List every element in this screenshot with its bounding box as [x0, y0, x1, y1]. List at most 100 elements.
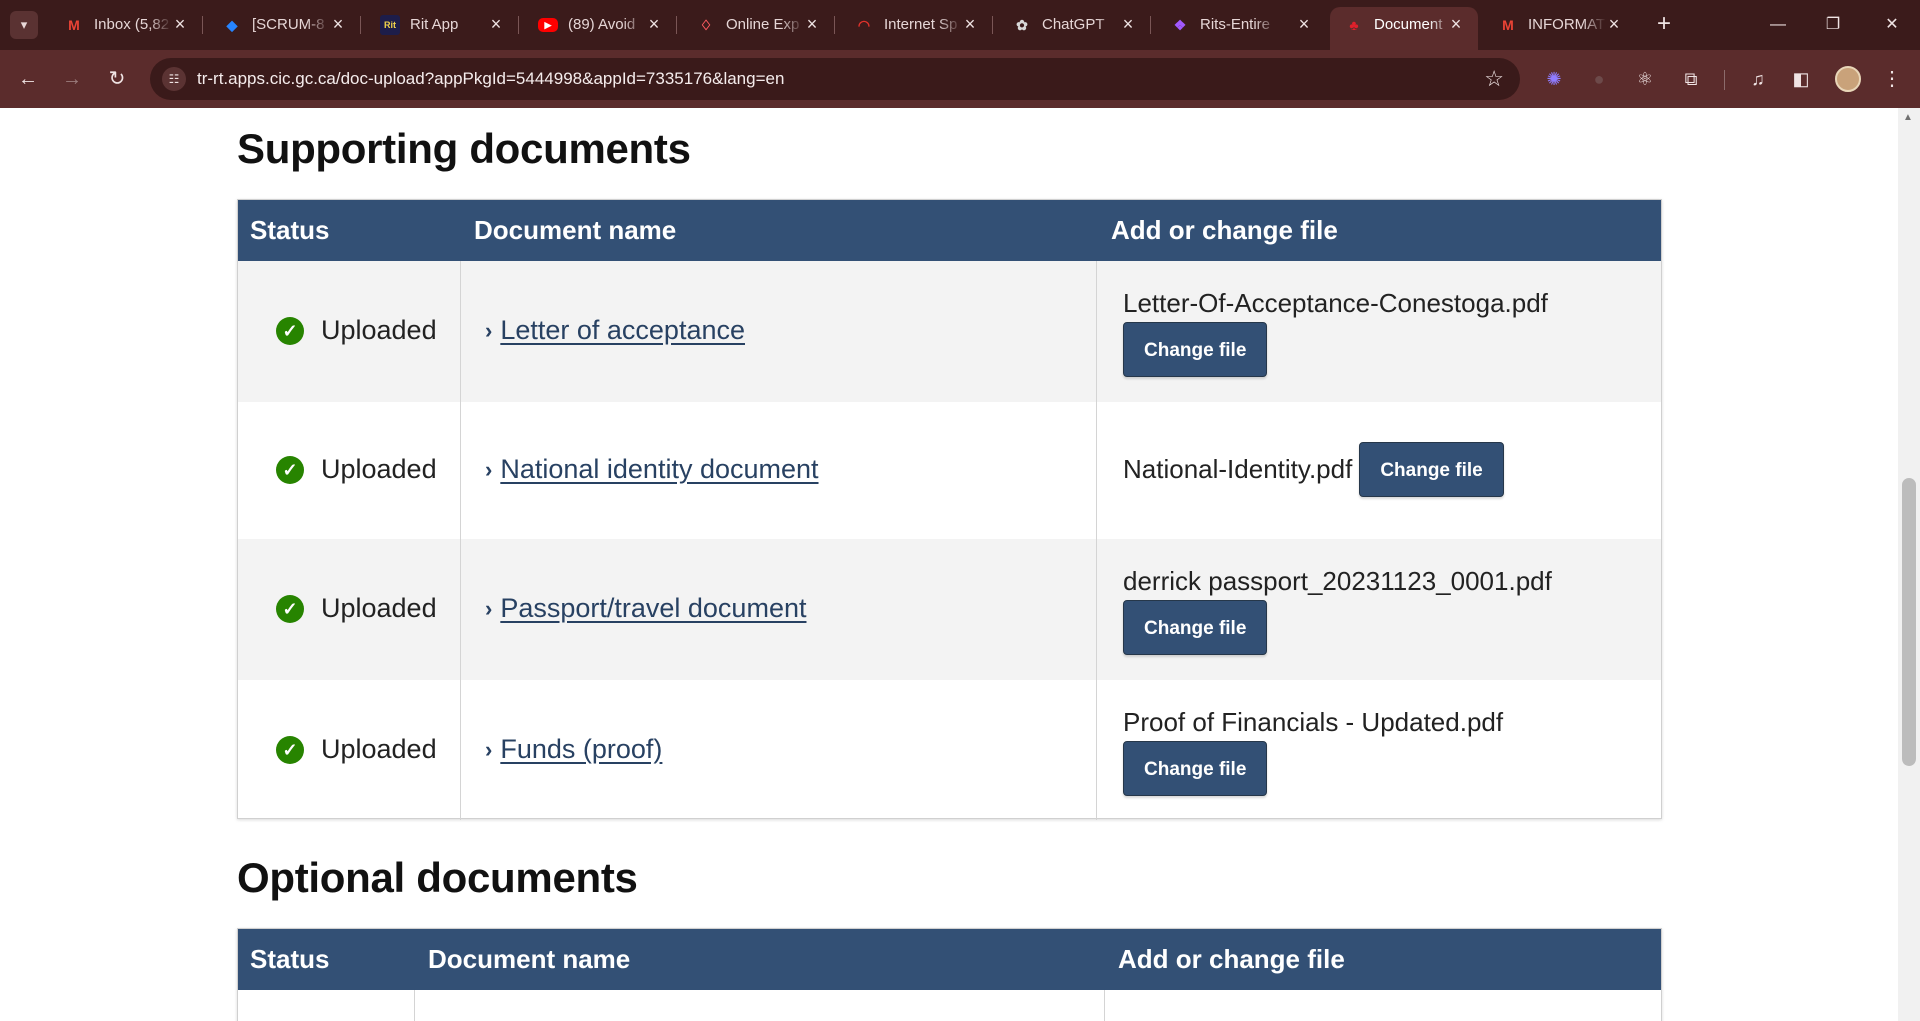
minimize-icon[interactable]: — [1758, 10, 1798, 40]
status-cell: ✓ Uploaded [276, 315, 437, 346]
address-bar[interactable]: ☷ tr-rt.apps.cic.gc.ca/doc-upload?appPkg… [150, 58, 1520, 100]
close-icon[interactable]: × [960, 14, 980, 34]
tab-gmail-information[interactable]: M INFORMAT × [1484, 7, 1636, 43]
scrollbar-thumb[interactable] [1902, 478, 1916, 766]
youtube-icon: ▶ [538, 18, 558, 32]
supporting-documents-table: Status Document name Add or change file … [237, 199, 1662, 820]
airbnb-icon: ♢ [699, 16, 713, 33]
column-divider [1096, 261, 1097, 820]
close-icon[interactable]: × [802, 14, 822, 34]
tab-jira-scrum[interactable]: ◆ [SCRUM-8 × [208, 7, 361, 43]
status-cell: ✓ Uploaded [276, 734, 437, 765]
forward-icon[interactable]: → [57, 64, 87, 94]
url-text[interactable]: tr-rt.apps.cic.gc.ca/doc-upload?appPkgId… [197, 69, 784, 89]
document-link-national-identity[interactable]: National identity document [500, 454, 818, 485]
tab-chatgpt[interactable]: ✿ ChatGPT × [998, 7, 1151, 43]
browser-toolbar: ← → ↻ ☷ tr-rt.apps.cic.gc.ca/doc-upload?… [0, 50, 1920, 108]
close-icon[interactable]: × [170, 14, 190, 34]
close-icon[interactable]: × [1118, 14, 1138, 34]
extension-sparkle-icon[interactable]: ✺ [1541, 66, 1567, 92]
close-icon[interactable]: × [328, 14, 348, 34]
column-header-status: Status [250, 944, 330, 974]
tab-search-icon[interactable]: ▾ [10, 11, 38, 39]
table-row: ✓ Uploaded › National identity document … [238, 402, 1661, 539]
table-row: ✓ Uploaded › Passport/travel document de… [238, 539, 1661, 680]
column-header-status: Status [250, 215, 330, 245]
status-text: Uploaded [321, 315, 437, 345]
table-header: Status Document name Add or change file [238, 200, 1661, 261]
figma-icon: ❖ [1173, 16, 1187, 33]
optional-documents-heading: Optional documents [237, 854, 638, 901]
tab-separator [834, 16, 835, 34]
table-row: ✓ Uploaded › Letter of acceptance Letter… [238, 261, 1661, 402]
profile-avatar[interactable] [1835, 66, 1861, 92]
scroll-up-arrow-icon[interactable]: ▲ [1903, 112, 1913, 123]
new-tab-icon[interactable]: + [1650, 11, 1678, 39]
change-file-button[interactable]: Change file [1359, 442, 1504, 497]
document-link-funds-proof[interactable]: Funds (proof) [500, 734, 662, 765]
tab-internet-speed[interactable]: ◠ Internet Sp × [840, 7, 993, 43]
column-divider [460, 261, 461, 820]
tab-rit-app[interactable]: Rit Rit App × [366, 7, 519, 43]
document-name-cell: › National identity document [485, 454, 819, 485]
close-icon[interactable]: × [1294, 14, 1314, 34]
chevron-right-icon: › [485, 736, 493, 762]
tab-separator [992, 16, 993, 34]
tab-separator [518, 16, 519, 34]
browser-menu-icon[interactable]: ⋮ [1880, 66, 1904, 92]
tab-figma[interactable]: ❖ Rits-Entire × [1156, 7, 1326, 43]
close-icon[interactable]: × [644, 14, 664, 34]
toolbar-divider [1724, 70, 1725, 90]
tab-youtube[interactable]: ▶ (89) Avoid × [524, 7, 677, 43]
file-name: Letter-Of-Acceptance-Conestoga.pdf [1123, 288, 1548, 318]
change-file-button[interactable]: Change file [1123, 322, 1268, 377]
close-icon[interactable]: × [486, 14, 506, 34]
maple-leaf-icon: ♣ [1349, 17, 1359, 33]
back-icon[interactable]: ← [13, 64, 43, 94]
extensions-puzzle-icon[interactable]: ⧉ [1678, 66, 1704, 92]
column-divider [1104, 990, 1105, 1021]
column-header-document-name: Document name [428, 944, 631, 974]
checkmark-icon: ✓ [276, 735, 304, 764]
column-header-document-name: Document name [474, 215, 677, 245]
tab-airbnb-experiences[interactable]: ♢ Online Exp × [682, 7, 835, 43]
checkmark-icon: ✓ [276, 455, 304, 484]
tab-separator [1150, 16, 1151, 34]
close-icon[interactable]: × [1604, 14, 1624, 34]
column-header-add-change-file: Add or change file [1118, 944, 1345, 974]
table-header: Status Document name Add or change file [238, 929, 1661, 990]
jira-icon: ◆ [226, 16, 238, 33]
rit-icon: Rit [380, 15, 400, 35]
tab-separator [202, 16, 203, 34]
status-text: Uploaded [321, 734, 437, 764]
reload-icon[interactable]: ↻ [102, 64, 132, 94]
tab-separator [360, 16, 361, 34]
extension-dark-icon[interactable]: ● [1586, 66, 1612, 92]
close-icon[interactable]: × [1446, 14, 1466, 34]
document-name-cell: › Passport/travel document [485, 593, 806, 624]
page-content: Supporting documents Status Document nam… [0, 108, 1898, 1021]
tab-separator [676, 16, 677, 34]
tab-document-active[interactable]: ♣ Document × [1330, 7, 1478, 50]
bookmark-star-icon[interactable]: ☆ [1484, 66, 1504, 92]
extension-react-icon[interactable]: ⚛ [1632, 66, 1658, 92]
speedtest-icon: ◠ [857, 16, 871, 33]
file-cell: Letter-Of-Acceptance-Conestoga.pdf Chang… [1123, 288, 1643, 377]
chevron-right-icon: › [485, 595, 493, 621]
window-close-icon[interactable]: ✕ [1872, 10, 1912, 40]
column-header-add-change-file: Add or change file [1111, 215, 1338, 245]
document-link-letter-of-acceptance[interactable]: Letter of acceptance [500, 315, 745, 346]
site-info-icon[interactable]: ☷ [162, 67, 186, 91]
change-file-button[interactable]: Change file [1123, 741, 1268, 796]
document-link-passport[interactable]: Passport/travel document [500, 593, 806, 624]
tab-gmail-inbox[interactable]: M Inbox (5,82 × [50, 7, 203, 43]
change-file-button[interactable]: Change file [1123, 600, 1268, 655]
side-panel-icon[interactable]: ◧ [1788, 66, 1814, 92]
page-scrollbar[interactable]: ▲ [1898, 108, 1920, 1021]
column-divider [414, 990, 415, 1021]
status-text: Uploaded [321, 454, 437, 484]
media-control-icon[interactable]: ♫ [1745, 66, 1771, 92]
optional-documents-table: Status Document name Add or change file [237, 928, 1662, 1021]
restore-icon[interactable]: ❐ [1813, 10, 1853, 40]
browser-tab-strip: ▾ M Inbox (5,82 × ◆ [SCRUM-8 × Rit Rit A… [0, 0, 1920, 50]
